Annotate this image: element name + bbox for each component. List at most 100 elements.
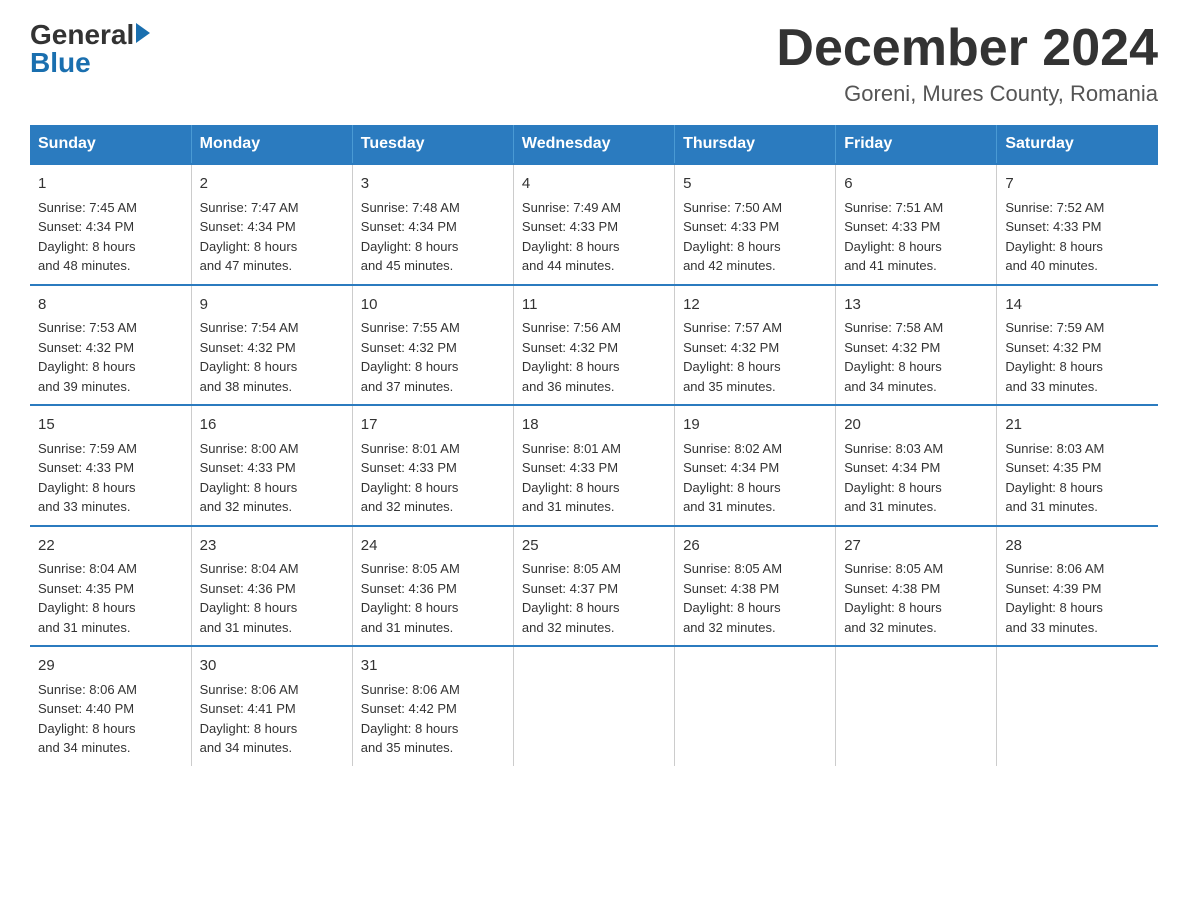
day-info: Daylight: 8 hours	[683, 478, 827, 498]
day-info: and 47 minutes.	[200, 256, 344, 276]
calendar-table: SundayMondayTuesdayWednesdayThursdayFrid…	[30, 125, 1158, 766]
day-number: 9	[200, 294, 344, 317]
day-info: Daylight: 8 hours	[522, 598, 666, 618]
calendar-cell: 11Sunrise: 7:56 AMSunset: 4:32 PMDayligh…	[513, 285, 674, 406]
calendar-cell: 4Sunrise: 7:49 AMSunset: 4:33 PMDaylight…	[513, 164, 674, 285]
day-info: Sunset: 4:32 PM	[361, 338, 505, 358]
column-header-tuesday: Tuesday	[352, 125, 513, 164]
day-number: 13	[844, 294, 988, 317]
day-info: and 33 minutes.	[38, 497, 183, 517]
day-info: and 37 minutes.	[361, 377, 505, 397]
day-info: Daylight: 8 hours	[844, 478, 988, 498]
day-number: 1	[38, 173, 183, 196]
day-info: Sunset: 4:39 PM	[1005, 579, 1150, 599]
day-number: 23	[200, 535, 344, 558]
day-info: Daylight: 8 hours	[361, 478, 505, 498]
day-number: 21	[1005, 414, 1150, 437]
day-info: and 31 minutes.	[361, 618, 505, 638]
title-area: December 2024 Goreni, Mures County, Roma…	[776, 20, 1158, 107]
day-info: Daylight: 8 hours	[683, 357, 827, 377]
calendar-cell: 28Sunrise: 8:06 AMSunset: 4:39 PMDayligh…	[997, 526, 1158, 647]
logo-text-blue: Blue	[30, 47, 91, 79]
day-info: Sunrise: 8:03 AM	[844, 439, 988, 459]
day-info: Sunrise: 8:03 AM	[1005, 439, 1150, 459]
day-info: Sunrise: 8:06 AM	[38, 680, 183, 700]
day-info: Sunrise: 7:56 AM	[522, 318, 666, 338]
day-info: Daylight: 8 hours	[38, 237, 183, 257]
day-info: Daylight: 8 hours	[844, 357, 988, 377]
day-info: and 44 minutes.	[522, 256, 666, 276]
day-number: 16	[200, 414, 344, 437]
logo: General Blue	[30, 20, 150, 79]
column-header-thursday: Thursday	[675, 125, 836, 164]
day-info: Sunset: 4:36 PM	[361, 579, 505, 599]
calendar-header: SundayMondayTuesdayWednesdayThursdayFrid…	[30, 125, 1158, 164]
header-row: SundayMondayTuesdayWednesdayThursdayFrid…	[30, 125, 1158, 164]
subtitle: Goreni, Mures County, Romania	[776, 81, 1158, 107]
calendar-cell: 26Sunrise: 8:05 AMSunset: 4:38 PMDayligh…	[675, 526, 836, 647]
column-header-wednesday: Wednesday	[513, 125, 674, 164]
day-info: Sunrise: 8:01 AM	[522, 439, 666, 459]
calendar-cell: 31Sunrise: 8:06 AMSunset: 4:42 PMDayligh…	[352, 646, 513, 766]
day-info: and 34 minutes.	[844, 377, 988, 397]
day-info: and 31 minutes.	[1005, 497, 1150, 517]
day-info: Daylight: 8 hours	[38, 478, 183, 498]
calendar-cell: 10Sunrise: 7:55 AMSunset: 4:32 PMDayligh…	[352, 285, 513, 406]
calendar-cell: 3Sunrise: 7:48 AMSunset: 4:34 PMDaylight…	[352, 164, 513, 285]
day-info: Daylight: 8 hours	[844, 598, 988, 618]
day-info: and 31 minutes.	[683, 497, 827, 517]
day-info: Sunset: 4:33 PM	[1005, 217, 1150, 237]
day-info: Sunrise: 7:49 AM	[522, 198, 666, 218]
day-number: 18	[522, 414, 666, 437]
calendar-cell: 12Sunrise: 7:57 AMSunset: 4:32 PMDayligh…	[675, 285, 836, 406]
day-info: Sunset: 4:33 PM	[844, 217, 988, 237]
day-number: 8	[38, 294, 183, 317]
day-number: 14	[1005, 294, 1150, 317]
day-info: Daylight: 8 hours	[522, 478, 666, 498]
calendar-cell: 13Sunrise: 7:58 AMSunset: 4:32 PMDayligh…	[836, 285, 997, 406]
day-info: and 32 minutes.	[844, 618, 988, 638]
day-info: Sunset: 4:40 PM	[38, 699, 183, 719]
day-info: and 32 minutes.	[361, 497, 505, 517]
day-info: Daylight: 8 hours	[38, 719, 183, 739]
day-info: Daylight: 8 hours	[683, 598, 827, 618]
column-header-friday: Friday	[836, 125, 997, 164]
day-info: Sunrise: 8:06 AM	[361, 680, 505, 700]
day-info: Sunrise: 8:00 AM	[200, 439, 344, 459]
calendar-cell: 1Sunrise: 7:45 AMSunset: 4:34 PMDaylight…	[30, 164, 191, 285]
day-info: Sunset: 4:34 PM	[844, 458, 988, 478]
day-info: Sunrise: 8:02 AM	[683, 439, 827, 459]
day-info: and 35 minutes.	[683, 377, 827, 397]
day-info: and 41 minutes.	[844, 256, 988, 276]
day-info: and 31 minutes.	[522, 497, 666, 517]
day-info: Sunset: 4:32 PM	[683, 338, 827, 358]
column-header-sunday: Sunday	[30, 125, 191, 164]
day-info: Sunset: 4:33 PM	[38, 458, 183, 478]
day-info: and 45 minutes.	[361, 256, 505, 276]
day-info: Sunset: 4:42 PM	[361, 699, 505, 719]
day-info: Sunrise: 7:47 AM	[200, 198, 344, 218]
day-info: Daylight: 8 hours	[844, 237, 988, 257]
day-info: and 48 minutes.	[38, 256, 183, 276]
day-info: Daylight: 8 hours	[38, 598, 183, 618]
day-info: Daylight: 8 hours	[1005, 478, 1150, 498]
calendar-cell: 19Sunrise: 8:02 AMSunset: 4:34 PMDayligh…	[675, 405, 836, 526]
day-info: Sunrise: 7:59 AM	[38, 439, 183, 459]
day-info: Sunset: 4:41 PM	[200, 699, 344, 719]
day-info: Daylight: 8 hours	[361, 719, 505, 739]
day-info: Daylight: 8 hours	[1005, 237, 1150, 257]
day-info: Sunset: 4:35 PM	[1005, 458, 1150, 478]
day-info: and 31 minutes.	[200, 618, 344, 638]
day-info: Daylight: 8 hours	[522, 357, 666, 377]
day-number: 11	[522, 294, 666, 317]
day-info: Sunset: 4:35 PM	[38, 579, 183, 599]
calendar-cell: 18Sunrise: 8:01 AMSunset: 4:33 PMDayligh…	[513, 405, 674, 526]
calendar-cell	[836, 646, 997, 766]
day-info: Sunrise: 7:58 AM	[844, 318, 988, 338]
day-info: Sunset: 4:34 PM	[361, 217, 505, 237]
logo-arrow-icon	[136, 23, 150, 43]
day-info: Sunset: 4:33 PM	[361, 458, 505, 478]
day-info: Sunrise: 8:05 AM	[522, 559, 666, 579]
day-info: and 39 minutes.	[38, 377, 183, 397]
day-info: Sunrise: 7:57 AM	[683, 318, 827, 338]
